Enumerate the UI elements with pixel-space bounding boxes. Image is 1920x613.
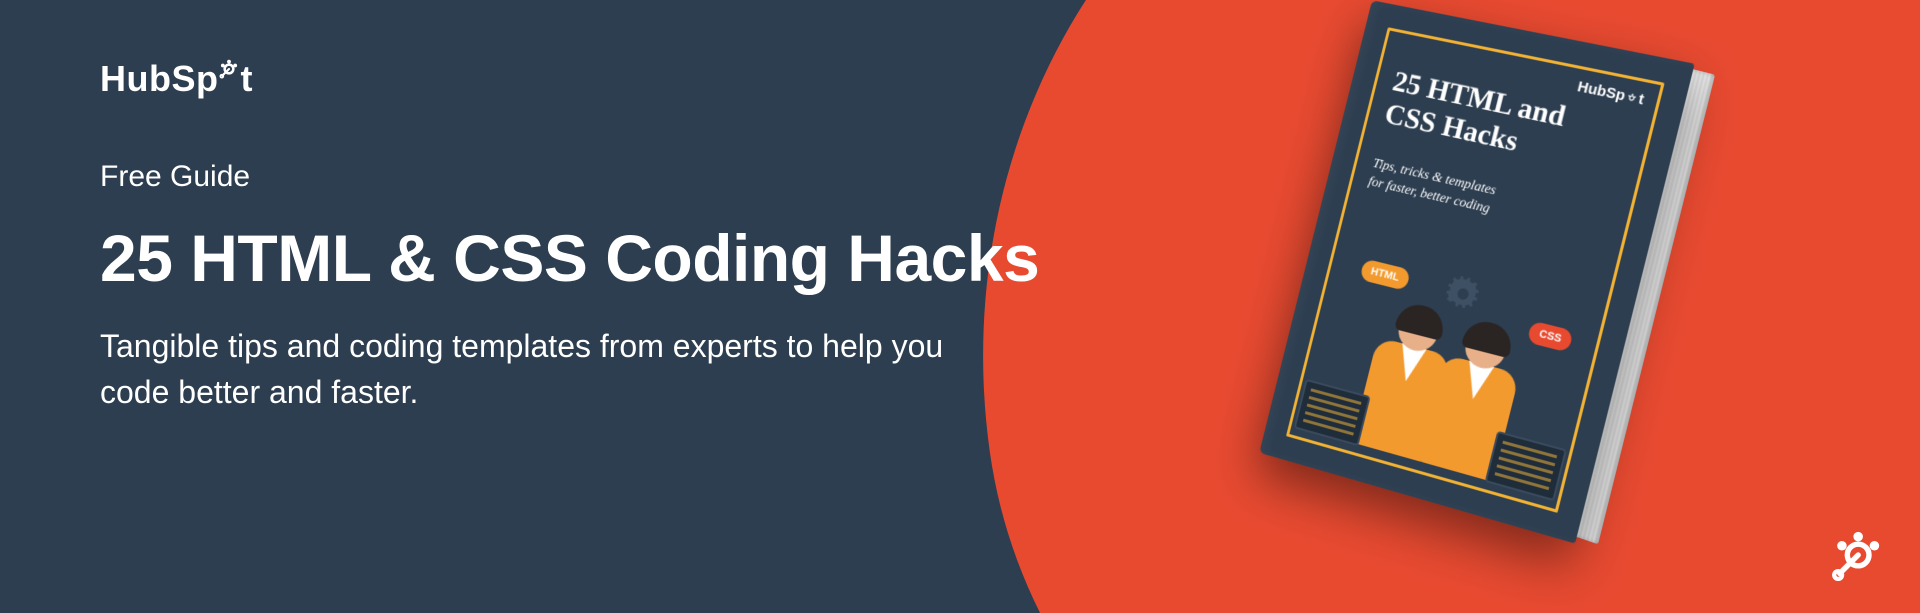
gear-icon [1443,274,1483,315]
person-head [1461,322,1511,373]
hubspot-logo: HubSp t [100,58,253,100]
logo-text-part2: t [240,58,253,100]
logo-text-part1: HubSp [100,58,218,100]
banner-title: 25 HTML & CSS Coding Hacks [100,222,1100,295]
banner-subtitle: Tangible tips and coding templates from … [100,323,1000,416]
eyebrow-label: Free Guide [100,160,1100,194]
bubble-html: HTML [1359,258,1410,290]
person-body [1418,354,1520,482]
monitor-icon [1485,431,1567,502]
cover-illustration: HTML CSS [1286,228,1612,513]
cover-brand: HubSp t [1576,78,1646,108]
cover-brand-part1: HubSp [1576,78,1627,104]
sprocket-icon [1830,529,1882,581]
bubble-css: CSS [1527,321,1574,353]
sprocket-icon [219,59,239,79]
promo-banner: HubSp t Free Guide 25 HTML & CSS Coding … [0,0,1920,613]
sprocket-icon [1626,92,1638,104]
cover-brand-part2: t [1637,91,1646,109]
person-collar [1461,361,1494,403]
person-hair [1461,317,1516,358]
text-content: Free Guide 25 HTML & CSS Coding Hacks Ta… [100,160,1100,415]
